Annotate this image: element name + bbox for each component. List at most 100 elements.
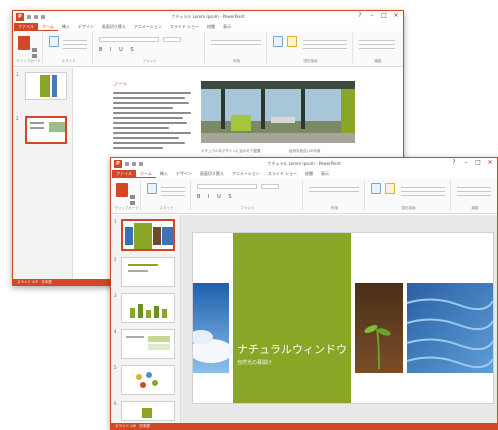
group-font: B I U S フォント (95, 33, 205, 63)
help-icon[interactable]: ? (355, 12, 365, 19)
slide-thumbnail-4[interactable] (121, 329, 175, 359)
minimize-icon[interactable]: – (367, 12, 377, 19)
tab-animations[interactable]: アニメーション (228, 170, 264, 178)
group-label: 図形描画 (401, 206, 416, 210)
new-slide-icon[interactable] (147, 183, 157, 194)
group-label: クリップボード (114, 206, 139, 210)
ribbon-tabs: ファイル ホーム 挿入 デザイン 画面切り替え アニメーション スライド ショー… (111, 170, 497, 178)
group-label: フォント (142, 59, 157, 63)
thumbnail-number: 2 (16, 116, 19, 121)
slide-thumbnail-pane: 1 2 3 4 5 6 (111, 215, 181, 425)
thumbnail-number: 4 (114, 329, 117, 334)
group-label: 段落 (331, 206, 338, 210)
title-bar: P ナチュラル Lorem Ipsum - PowerPoint ? – □ × (13, 11, 403, 23)
slide-thumbnail-6[interactable] (121, 401, 175, 421)
slide-subtitle[interactable]: 自然光の幕開け (237, 359, 272, 366)
group-editing: 編集 (453, 180, 497, 210)
maximize-icon[interactable]: □ (473, 159, 483, 166)
ribbon-tabs: ファイル ホーム 挿入 デザイン 画面切り替え アニメーション スライド ショー… (13, 23, 403, 31)
slide-thumbnail-1[interactable] (121, 219, 175, 251)
caption-left: ナチュラルなデザインに合わせて配置 (201, 149, 261, 153)
group-drawing: 図形描画 (269, 33, 353, 63)
group-label: 編集 (471, 206, 479, 210)
window-controls[interactable]: ? – □ × (449, 159, 495, 166)
copy-icon[interactable] (130, 201, 135, 205)
tab-design[interactable]: デザイン (172, 170, 196, 178)
font-size-select[interactable] (163, 37, 181, 42)
arrange-icon[interactable] (287, 36, 297, 47)
slide-thumbnail-1[interactable] (25, 72, 67, 100)
group-drawing: 図形描画 (367, 180, 451, 210)
slide-thumbnail-2[interactable] (25, 116, 67, 144)
font-format-buttons[interactable]: B I U S (99, 47, 137, 53)
tab-review[interactable]: 校閲 (203, 23, 219, 31)
interior-photo (201, 81, 355, 143)
shapes-icon[interactable] (371, 183, 381, 194)
maximize-icon[interactable]: □ (379, 12, 389, 19)
window-controls[interactable]: ? – □ × (355, 12, 401, 19)
ribbon: クリップボード スライド B I U S フォント 段落 図形描画 編集 (111, 178, 497, 214)
front-powerpoint-window: P ナチュラル Lorem Ipsum - PowerPoint ? – □ ×… (110, 157, 498, 430)
group-paragraph: 段落 (305, 180, 365, 210)
copy-icon[interactable] (32, 54, 37, 58)
tab-animations[interactable]: アニメーション (130, 23, 166, 31)
help-icon[interactable]: ? (449, 159, 459, 166)
group-paragraph: 段落 (207, 33, 267, 63)
main-slide[interactable]: ナチュラルウィンドウ 自然光の幕開け (193, 233, 493, 403)
tab-view[interactable]: 表示 (219, 23, 235, 31)
group-label: 段落 (233, 59, 240, 63)
slide-thumbnail-5[interactable] (121, 365, 175, 395)
text-column: ノート (113, 81, 193, 152)
tab-transitions[interactable]: 画面切り替え (196, 170, 228, 178)
group-label: スライド (159, 206, 174, 210)
arrange-icon[interactable] (385, 183, 395, 194)
paste-icon[interactable] (116, 183, 128, 197)
tab-insert[interactable]: 挿入 (156, 170, 172, 178)
slide-background-art (193, 233, 493, 403)
thumbnail-number: 5 (114, 365, 117, 370)
tab-slideshow[interactable]: スライド ショー (166, 23, 203, 31)
tab-insert[interactable]: 挿入 (58, 23, 74, 31)
paste-icon[interactable] (18, 36, 30, 50)
minimize-icon[interactable]: – (461, 159, 471, 166)
thumbnail-number: 1 (114, 219, 117, 224)
font-size-select[interactable] (261, 184, 279, 189)
title-bar: P ナチュラル Lorem Ipsum - PowerPoint ? – □ × (111, 158, 497, 170)
thumbnail-number: 1 (16, 72, 19, 77)
tab-home[interactable]: ホーム (136, 170, 156, 178)
group-slides: スライド (143, 180, 191, 210)
group-label: フォント (240, 206, 255, 210)
window-title: ナチュラル Lorem Ipsum - PowerPoint (267, 161, 341, 166)
close-icon[interactable]: × (391, 12, 401, 19)
group-clipboard: クリップボード (113, 180, 141, 210)
font-name-select[interactable] (99, 37, 159, 42)
tab-transitions[interactable]: 画面切り替え (98, 23, 130, 31)
close-icon[interactable]: × (485, 159, 495, 166)
shapes-icon[interactable] (273, 36, 283, 47)
caption-right: 自然な色合いの写真 (289, 149, 321, 153)
font-format-buttons[interactable]: B I U S (197, 194, 235, 200)
tab-home[interactable]: ホーム (38, 23, 58, 31)
tab-review[interactable]: 校閲 (301, 170, 317, 178)
tab-file[interactable]: ファイル (14, 23, 38, 31)
slide-thumbnail-2[interactable] (121, 257, 175, 287)
tab-file[interactable]: ファイル (112, 170, 136, 178)
group-label: クリップボード (16, 59, 41, 63)
tab-slideshow[interactable]: スライド ショー (264, 170, 301, 178)
status-bar: スライド 1/6 日本語 (111, 423, 497, 429)
ribbon: クリップボード スライド B I U S フォント 段落 図形描画 編集 (13, 31, 403, 67)
slide-thumbnail-3[interactable] (121, 293, 175, 323)
group-slides: スライド (45, 33, 93, 63)
thumbnail-number: 2 (114, 257, 117, 262)
slide-title[interactable]: ナチュラルウィンドウ (237, 341, 347, 357)
tab-view[interactable]: 表示 (317, 170, 333, 178)
group-font: B I U S フォント (193, 180, 303, 210)
tab-design[interactable]: デザイン (74, 23, 98, 31)
slide-thumbnail-pane: 1 2 (13, 68, 73, 281)
notes-heading: ノート (113, 82, 129, 88)
window-title: ナチュラル Lorem Ipsum - PowerPoint (171, 14, 245, 19)
new-slide-icon[interactable] (49, 36, 59, 47)
slide-edit-area: ナチュラルウィンドウ 自然光の幕開け (181, 215, 497, 425)
group-label: 編集 (374, 59, 382, 63)
font-name-select[interactable] (197, 184, 257, 189)
